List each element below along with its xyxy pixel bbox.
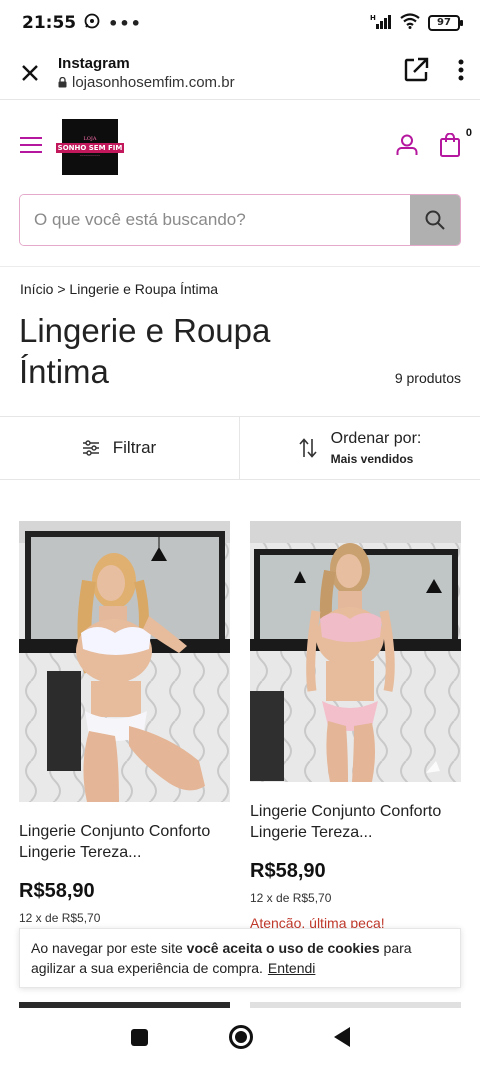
product-card[interactable]: Lingerie Conjunto Conforto Lingerie Tere…: [250, 521, 461, 931]
breadcrumb[interactable]: Início > Lingerie e Roupa Íntima: [20, 281, 218, 297]
status-time: 21:55: [22, 13, 77, 33]
cookie-text-bold: você aceita o uso de cookies: [186, 940, 380, 956]
logo-top-text: LOJA: [83, 136, 97, 142]
product-installments: 12 x de R$5,70: [19, 911, 101, 925]
search-bar: [19, 194, 461, 246]
more-notifications-icon: •••: [108, 13, 142, 33]
model-white-lingerie-image: [19, 521, 230, 802]
filter-button[interactable]: Filtrar: [0, 417, 240, 479]
filter-sliders-icon: [82, 440, 99, 456]
open-external-button[interactable]: [402, 56, 430, 89]
cookie-accept-link[interactable]: Entendi: [268, 960, 315, 976]
status-bar: 21:55 ••• H 97: [0, 0, 480, 46]
in-app-browser-bar: Instagram lojasonhosemfim.com.br: [0, 46, 480, 100]
cart-button[interactable]: 0: [440, 127, 472, 162]
sort-label: Ordenar por:: [330, 430, 422, 447]
open-external-icon: [404, 57, 429, 82]
user-icon: [396, 134, 418, 155]
product-name[interactable]: Lingerie Conjunto Conforto Lingerie Tere…: [19, 821, 230, 863]
site-header: LOJA SONHO SEM FIM ~~~~~~~~~~ 0: [0, 110, 480, 184]
sort-arrows-icon: [299, 438, 317, 458]
shopping-bag-icon: [440, 132, 460, 157]
signal-icon: H: [370, 13, 392, 33]
store-logo[interactable]: LOJA SONHO SEM FIM ~~~~~~~~~~: [55, 119, 125, 175]
product-image[interactable]: [19, 521, 230, 802]
cookie-text: Ao navegar por este site: [31, 940, 187, 956]
product-price: R$58,90: [250, 860, 326, 882]
divider: [0, 266, 480, 267]
sort-value: Mais vendidos: [330, 452, 414, 466]
search-button[interactable]: [410, 195, 460, 245]
svg-text:H: H: [370, 14, 376, 22]
more-options-button[interactable]: [458, 59, 464, 86]
product-installments: 12 x de R$5,70: [250, 891, 332, 905]
product-name[interactable]: Lingerie Conjunto Conforto Lingerie Tere…: [250, 801, 461, 843]
cart-count-badge: 0: [465, 126, 472, 139]
logo-ornament: ~~~~~~~~~~: [79, 154, 101, 158]
whatsapp-icon: [84, 13, 100, 33]
close-icon: [22, 64, 38, 81]
filter-sort-bar: Filtrar Ordenar por: Mais vendidos: [0, 416, 480, 480]
wifi-icon: [400, 13, 420, 33]
filter-label: Filtrar: [112, 438, 157, 457]
sort-button[interactable]: Ordenar por: Mais vendidos: [240, 417, 480, 479]
battery-icon: 97: [428, 15, 463, 31]
more-vertical-icon: [458, 59, 464, 81]
logo-main-text: SONHO SEM FIM: [55, 143, 125, 153]
browser-url[interactable]: lojasonhosemfim.com.br: [58, 74, 235, 91]
product-card[interactable]: Lingerie Conjunto Conforto Lingerie Tere…: [19, 521, 230, 925]
product-price: R$58,90: [19, 880, 95, 902]
product-count: 9 produtos: [394, 370, 461, 386]
search-icon: [425, 210, 445, 230]
menu-button[interactable]: [20, 136, 42, 159]
search-input[interactable]: [20, 195, 410, 245]
hamburger-menu-icon: [20, 136, 42, 153]
lock-icon: [58, 76, 67, 87]
page-title: Lingerie e Roupa Íntima: [19, 312, 271, 390]
browser-app-name: Instagram: [58, 54, 130, 72]
close-browser-button[interactable]: [16, 59, 44, 87]
url-text: lojasonhosemfim.com.br: [72, 73, 235, 91]
back-button[interactable]: [333, 1027, 350, 1047]
cookie-banner: Ao navegar por este site você aceita o u…: [19, 928, 461, 988]
recents-button[interactable]: [130, 1028, 148, 1046]
system-nav-bar: [0, 1008, 480, 1066]
product-image[interactable]: [250, 521, 461, 782]
home-button[interactable]: [228, 1025, 253, 1049]
model-pink-lingerie-image: [250, 521, 461, 782]
account-button[interactable]: [396, 134, 418, 161]
